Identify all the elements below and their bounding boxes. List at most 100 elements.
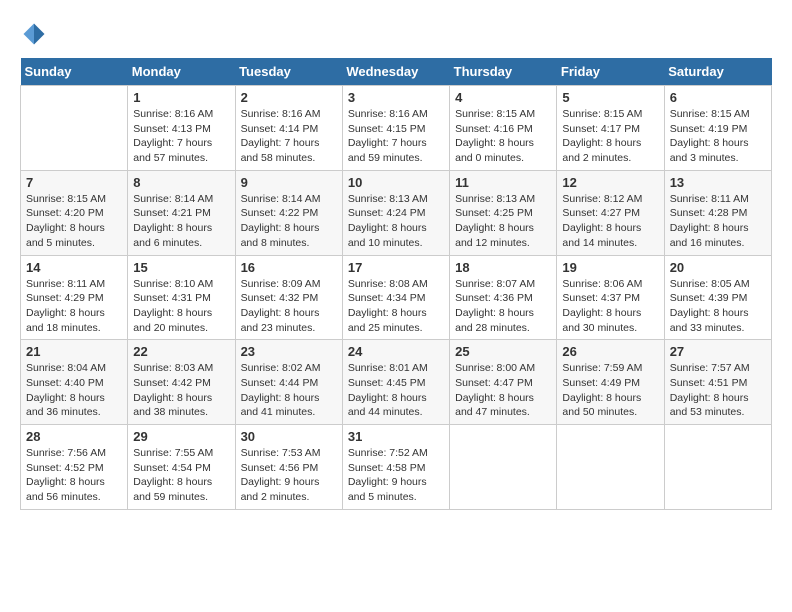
day-number: 2 — [241, 90, 337, 105]
logo — [20, 20, 52, 48]
day-number: 21 — [26, 344, 122, 359]
weekday-header-sunday: Sunday — [21, 58, 128, 86]
day-info: Sunrise: 8:07 AMSunset: 4:36 PMDaylight:… — [455, 277, 551, 336]
day-number: 25 — [455, 344, 551, 359]
calendar-week-row: 14 Sunrise: 8:11 AMSunset: 4:29 PMDayligh… — [21, 255, 772, 340]
day-info: Sunrise: 8:11 AMSunset: 4:29 PMDaylight:… — [26, 277, 122, 336]
day-info: Sunrise: 8:02 AMSunset: 4:44 PMDaylight:… — [241, 361, 337, 420]
day-info: Sunrise: 8:05 AMSunset: 4:39 PMDaylight:… — [670, 277, 766, 336]
day-info: Sunrise: 8:16 AMSunset: 4:14 PMDaylight:… — [241, 107, 337, 166]
calendar-week-row: 7 Sunrise: 8:15 AMSunset: 4:20 PMDaylight… — [21, 170, 772, 255]
day-number: 18 — [455, 260, 551, 275]
day-number: 1 — [133, 90, 229, 105]
calendar-cell: 17 Sunrise: 8:08 AMSunset: 4:34 PMDayligh… — [342, 255, 449, 340]
day-number: 3 — [348, 90, 444, 105]
calendar-cell: 2 Sunrise: 8:16 AMSunset: 4:14 PMDaylight… — [235, 86, 342, 171]
day-info: Sunrise: 8:12 AMSunset: 4:27 PMDaylight:… — [562, 192, 658, 251]
calendar-cell: 16 Sunrise: 8:09 AMSunset: 4:32 PMDayligh… — [235, 255, 342, 340]
day-info: Sunrise: 8:15 AMSunset: 4:19 PMDaylight:… — [670, 107, 766, 166]
calendar-cell: 30 Sunrise: 7:53 AMSunset: 4:56 PMDayligh… — [235, 425, 342, 510]
day-info: Sunrise: 7:55 AMSunset: 4:54 PMDaylight:… — [133, 446, 229, 505]
calendar-cell: 29Sunrise: 7:55 AMSunset: 4:54 PMDayligh… — [128, 425, 235, 510]
day-info: Sunrise: 8:16 AMSunset: 4:13 PMDaylight:… — [133, 107, 229, 166]
calendar-cell: 8 Sunrise: 8:14 AMSunset: 4:21 PMDaylight… — [128, 170, 235, 255]
calendar-cell: 11 Sunrise: 8:13 AMSunset: 4:25 PMDayligh… — [450, 170, 557, 255]
day-number: 27 — [670, 344, 766, 359]
calendar-cell: 21 Sunrise: 8:04 AMSunset: 4:40 PMDayligh… — [21, 340, 128, 425]
day-number: 19 — [562, 260, 658, 275]
page-header — [20, 20, 772, 48]
logo-icon — [20, 20, 48, 48]
calendar-cell: 7 Sunrise: 8:15 AMSunset: 4:20 PMDaylight… — [21, 170, 128, 255]
day-number: 14 — [26, 260, 122, 275]
calendar-cell: 13Sunrise: 8:11 AMSunset: 4:28 PMDayligh… — [664, 170, 771, 255]
day-info: Sunrise: 8:15 AMSunset: 4:16 PMDaylight:… — [455, 107, 551, 166]
calendar-cell: 18 Sunrise: 8:07 AMSunset: 4:36 PMDayligh… — [450, 255, 557, 340]
calendar-cell: 23 Sunrise: 8:02 AMSunset: 4:44 PMDayligh… — [235, 340, 342, 425]
day-info: Sunrise: 8:03 AMSunset: 4:42 PMDaylight:… — [133, 361, 229, 420]
day-info: Sunrise: 8:06 AMSunset: 4:37 PMDaylight:… — [562, 277, 658, 336]
day-info: Sunrise: 7:52 AMSunset: 4:58 PMDaylight:… — [348, 446, 444, 505]
day-number: 10 — [348, 175, 444, 190]
calendar-cell: 9 Sunrise: 8:14 AMSunset: 4:22 PMDaylight… — [235, 170, 342, 255]
calendar-cell: 10Sunrise: 8:13 AMSunset: 4:24 PMDayligh… — [342, 170, 449, 255]
weekday-header-tuesday: Tuesday — [235, 58, 342, 86]
calendar-cell: 28 Sunrise: 7:56 AMSunset: 4:52 PMDayligh… — [21, 425, 128, 510]
calendar-cell — [557, 425, 664, 510]
day-info: Sunrise: 8:15 AMSunset: 4:20 PMDaylight:… — [26, 192, 122, 251]
calendar-cell: 4 Sunrise: 8:15 AMSunset: 4:16 PMDaylight… — [450, 86, 557, 171]
day-number: 15 — [133, 260, 229, 275]
day-number: 9 — [241, 175, 337, 190]
day-number: 8 — [133, 175, 229, 190]
day-number: 20 — [670, 260, 766, 275]
calendar-week-row: 28 Sunrise: 7:56 AMSunset: 4:52 PMDayligh… — [21, 425, 772, 510]
weekday-header-row: SundayMondayTuesdayWednesdayThursdayFrid… — [21, 58, 772, 86]
day-number: 16 — [241, 260, 337, 275]
day-number: 23 — [241, 344, 337, 359]
calendar-cell: 12 Sunrise: 8:12 AMSunset: 4:27 PMDayligh… — [557, 170, 664, 255]
weekday-header-thursday: Thursday — [450, 58, 557, 86]
weekday-header-saturday: Saturday — [664, 58, 771, 86]
calendar-cell: 25 Sunrise: 8:00 AMSunset: 4:47 PMDayligh… — [450, 340, 557, 425]
day-number: 31 — [348, 429, 444, 444]
calendar-cell: 20 Sunrise: 8:05 AMSunset: 4:39 PMDayligh… — [664, 255, 771, 340]
calendar-week-row: 1 Sunrise: 8:16 AMSunset: 4:13 PMDaylight… — [21, 86, 772, 171]
day-info: Sunrise: 8:15 AMSunset: 4:17 PMDaylight:… — [562, 107, 658, 166]
day-info: Sunrise: 8:14 AMSunset: 4:22 PMDaylight:… — [241, 192, 337, 251]
weekday-header-friday: Friday — [557, 58, 664, 86]
day-number: 22 — [133, 344, 229, 359]
day-info: Sunrise: 8:08 AMSunset: 4:34 PMDaylight:… — [348, 277, 444, 336]
day-number: 4 — [455, 90, 551, 105]
day-number: 30 — [241, 429, 337, 444]
day-info: Sunrise: 8:01 AMSunset: 4:45 PMDaylight:… — [348, 361, 444, 420]
day-number: 5 — [562, 90, 658, 105]
calendar-cell: 26 Sunrise: 7:59 AMSunset: 4:49 PMDayligh… — [557, 340, 664, 425]
day-number: 11 — [455, 175, 551, 190]
day-number: 13 — [670, 175, 766, 190]
day-number: 12 — [562, 175, 658, 190]
day-info: Sunrise: 8:09 AMSunset: 4:32 PMDaylight:… — [241, 277, 337, 336]
day-number: 28 — [26, 429, 122, 444]
day-info: Sunrise: 7:57 AMSunset: 4:51 PMDaylight:… — [670, 361, 766, 420]
calendar-cell: 5 Sunrise: 8:15 AMSunset: 4:17 PMDaylight… — [557, 86, 664, 171]
day-info: Sunrise: 7:56 AMSunset: 4:52 PMDaylight:… — [26, 446, 122, 505]
day-number: 17 — [348, 260, 444, 275]
day-info: Sunrise: 7:59 AMSunset: 4:49 PMDaylight:… — [562, 361, 658, 420]
day-info: Sunrise: 7:53 AMSunset: 4:56 PMDaylight:… — [241, 446, 337, 505]
calendar-cell: 22 Sunrise: 8:03 AMSunset: 4:42 PMDayligh… — [128, 340, 235, 425]
day-info: Sunrise: 8:14 AMSunset: 4:21 PMDaylight:… — [133, 192, 229, 251]
day-info: Sunrise: 8:00 AMSunset: 4:47 PMDaylight:… — [455, 361, 551, 420]
calendar-week-row: 21 Sunrise: 8:04 AMSunset: 4:40 PMDayligh… — [21, 340, 772, 425]
day-number: 7 — [26, 175, 122, 190]
day-info: Sunrise: 8:04 AMSunset: 4:40 PMDaylight:… — [26, 361, 122, 420]
weekday-header-monday: Monday — [128, 58, 235, 86]
calendar-cell — [450, 425, 557, 510]
calendar-table: SundayMondayTuesdayWednesdayThursdayFrid… — [20, 58, 772, 510]
weekday-header-wednesday: Wednesday — [342, 58, 449, 86]
calendar-cell: 6Sunrise: 8:15 AMSunset: 4:19 PMDaylight… — [664, 86, 771, 171]
day-number: 26 — [562, 344, 658, 359]
day-info: Sunrise: 8:13 AMSunset: 4:25 PMDaylight:… — [455, 192, 551, 251]
day-number: 24 — [348, 344, 444, 359]
calendar-cell: 3Sunrise: 8:16 AMSunset: 4:15 PMDaylight… — [342, 86, 449, 171]
calendar-cell: 19 Sunrise: 8:06 AMSunset: 4:37 PMDayligh… — [557, 255, 664, 340]
